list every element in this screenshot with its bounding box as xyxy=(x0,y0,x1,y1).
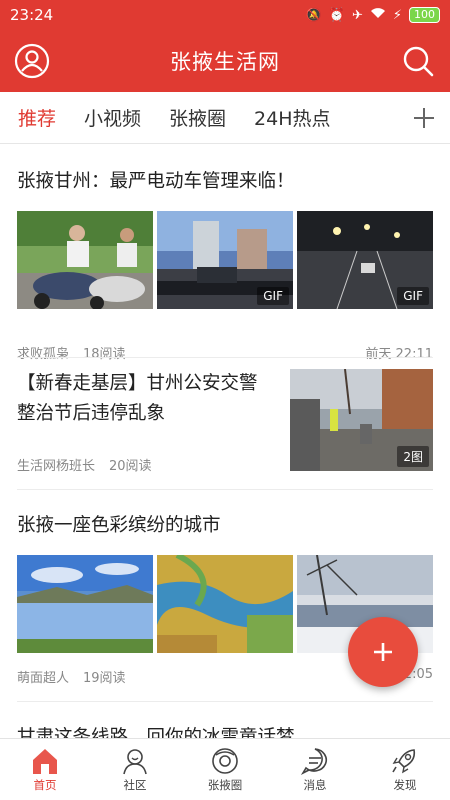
article-title: 张掖一座色彩缤纷的城市 xyxy=(17,515,221,536)
article-title: 甘肃这条线路，回你的冰雪童话梦 xyxy=(17,727,295,739)
wifi-icon xyxy=(370,7,386,23)
article-image xyxy=(157,555,293,653)
tab-short-video[interactable]: 小视频 xyxy=(84,104,141,131)
battery-indicator: 100 xyxy=(409,7,440,23)
bottom-navigation: 首页 社区 张掖圈 消息 发现 xyxy=(0,738,450,800)
nav-label: 社区 xyxy=(123,777,147,792)
app-title: 张掖生活网 xyxy=(170,50,280,74)
article-image xyxy=(17,211,153,309)
status-time: 23:24 xyxy=(10,6,54,24)
user-profile-button[interactable] xyxy=(14,43,50,79)
gif-badge: GIF xyxy=(257,287,289,305)
status-bar: 23:24 🔕 ⏰ ✈ ⚡ 100 xyxy=(0,0,450,30)
add-tab-button[interactable] xyxy=(410,104,438,132)
airplane-icon: ✈ xyxy=(351,7,363,23)
community-icon xyxy=(123,748,147,774)
gif-badge: GIF xyxy=(397,287,429,305)
nav-label: 张掖圈 xyxy=(207,777,243,792)
article-reads: 18阅读 xyxy=(83,347,126,362)
nav-label: 发现 xyxy=(393,777,417,792)
app-header: 张掖生活网 xyxy=(0,30,450,92)
article-image xyxy=(17,555,153,653)
add-post-button[interactable] xyxy=(348,617,418,687)
article-reads: 19阅读 xyxy=(83,671,126,686)
tab-24h-hot[interactable]: 24H热点 xyxy=(254,104,330,131)
status-icons: 🔕 ⏰ ✈ ⚡ 100 xyxy=(306,7,440,23)
nav-messages[interactable]: 消息 xyxy=(270,739,360,800)
article-card[interactable]: 甘肃这条线路，回你的冰雪童话梦 xyxy=(17,723,433,739)
divider xyxy=(17,489,433,490)
article-author: 求败孤枭 xyxy=(17,347,70,362)
article-meta: 求败孤枭 18阅读 xyxy=(17,343,126,362)
article-meta: 生活网杨班长 20阅读 xyxy=(17,455,152,474)
article-images: GIF GIF xyxy=(17,211,433,309)
circle-icon xyxy=(212,747,238,774)
article-time: 前天 22:11 xyxy=(365,347,433,362)
alarm-icon: ⏰ xyxy=(328,7,345,23)
image-count-badge: 2图 xyxy=(397,446,429,467)
user-icon xyxy=(14,43,50,79)
nav-zhangye-circle[interactable]: 张掖圈 xyxy=(180,739,270,800)
charging-icon: ⚡ xyxy=(392,7,402,23)
divider xyxy=(17,701,433,702)
article-author: 生活网杨班长 xyxy=(17,459,96,474)
article-image: GIF xyxy=(297,211,433,309)
article-reads: 20阅读 xyxy=(109,459,152,474)
search-icon xyxy=(403,46,434,77)
nav-label: 消息 xyxy=(303,777,327,792)
category-tabs: 推荐 小视频 张掖圈 24H热点 xyxy=(0,92,450,144)
article-image: GIF xyxy=(157,211,293,309)
mute-icon: 🔕 xyxy=(305,7,322,23)
rocket-icon xyxy=(392,748,416,773)
search-button[interactable] xyxy=(400,43,436,79)
article-card[interactable]: 张掖甘州：最严电动车管理来临！ GIF GIF 求败孤枭 18阅读 前天 22:… xyxy=(17,167,433,362)
plus-icon xyxy=(414,108,434,128)
nav-discover[interactable]: 发现 xyxy=(360,739,450,800)
tab-zhangye-circle[interactable]: 张掖圈 xyxy=(169,104,226,131)
article-title: 张掖甘州：最严电动车管理来临！ xyxy=(17,171,295,192)
nav-label: 首页 xyxy=(33,777,57,792)
tab-recommend[interactable]: 推荐 xyxy=(18,104,56,131)
article-author: 萌面超人 xyxy=(17,671,70,686)
article-title: 【新春走基层】甘州公安交警整治节后违停乱象 xyxy=(17,373,258,424)
home-icon xyxy=(33,748,57,774)
article-image: 2图 xyxy=(290,369,433,471)
divider xyxy=(17,357,433,358)
article-card[interactable]: 【新春走基层】甘州公安交警整治节后违停乱象 生活网杨班长 20阅读 2图 xyxy=(17,369,433,479)
nav-community[interactable]: 社区 xyxy=(90,739,180,800)
article-meta: 萌面超人 19阅读 xyxy=(17,667,126,686)
plus-icon xyxy=(374,643,392,661)
nav-home[interactable]: 首页 xyxy=(0,739,90,800)
message-icon xyxy=(300,747,327,775)
